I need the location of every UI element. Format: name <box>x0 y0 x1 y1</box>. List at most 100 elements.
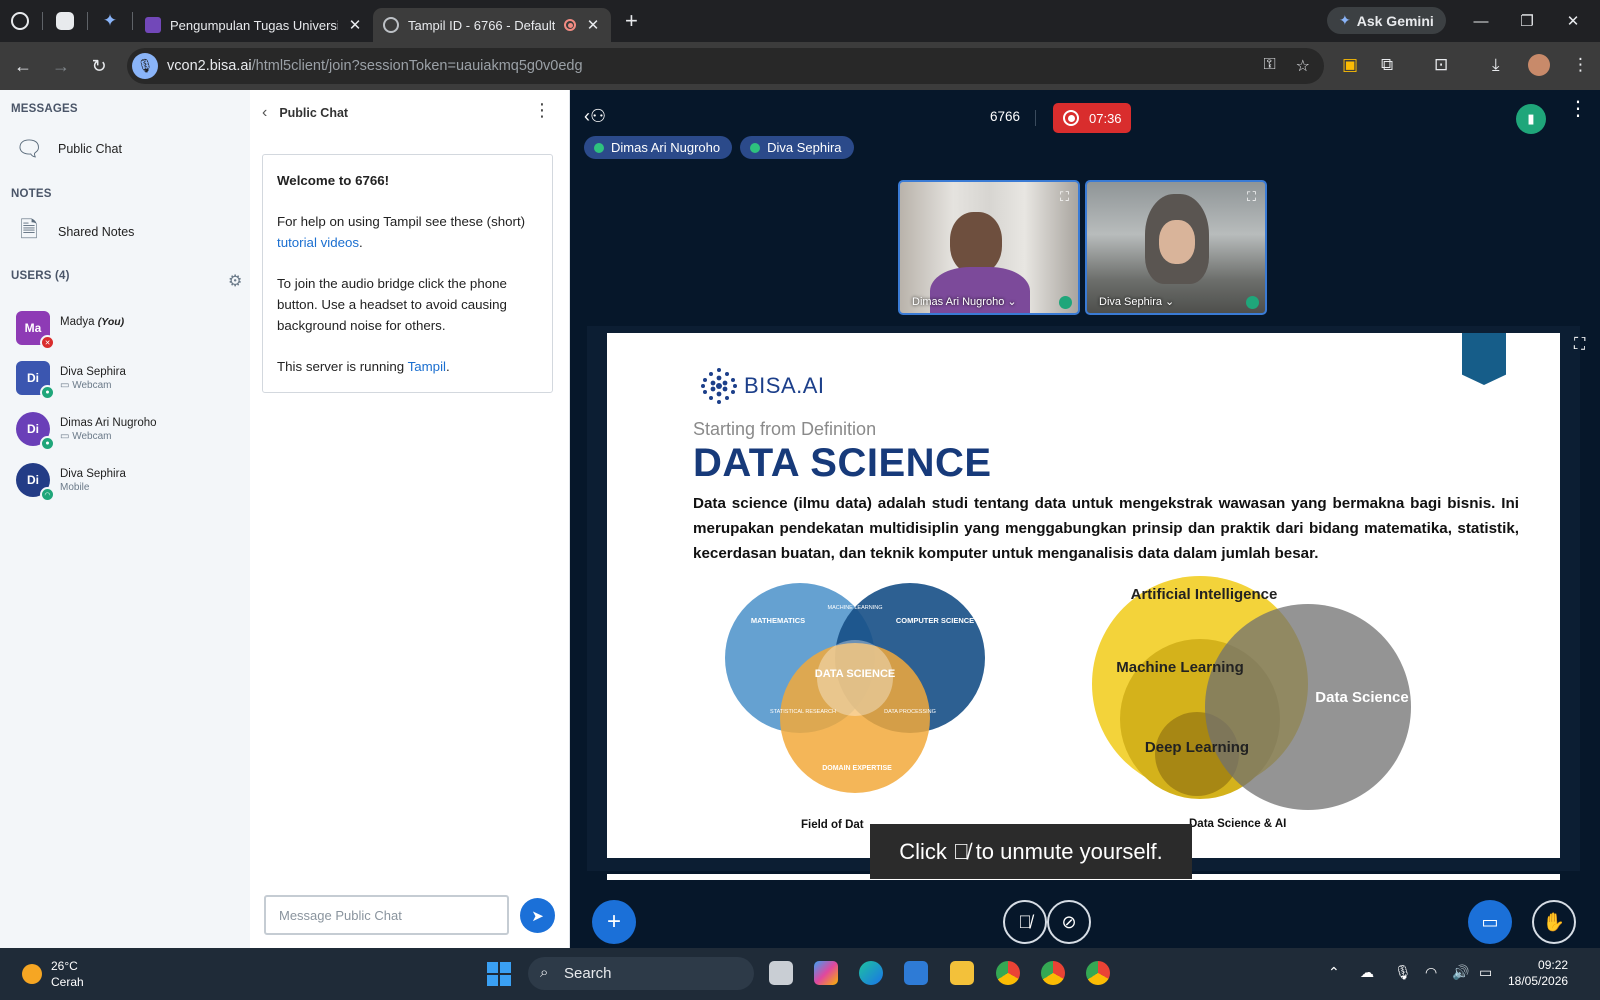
minimize-window-button[interactable]: — <box>1458 0 1504 42</box>
copilot-icon[interactable] <box>814 961 838 985</box>
tampil-link[interactable]: Tampil <box>408 359 446 374</box>
pinned-tab-whatsapp[interactable] <box>0 0 40 42</box>
bookmark-star-icon[interactable]: ☆ <box>1296 56 1310 76</box>
extension-icon[interactable]: ▣ <box>1342 55 1358 75</box>
file-explorer-icon[interactable] <box>950 961 974 985</box>
tab-title: Pengumpulan Tugas Universitas <box>170 17 338 33</box>
chatgpt-icon <box>56 12 74 30</box>
user-status: Mobile <box>60 482 90 493</box>
restore-window-button[interactable]: ❐ <box>1504 0 1550 42</box>
unmute-tooltip: Click 🎙̸ to unmute yourself. <box>870 824 1192 879</box>
video-person <box>950 212 1002 274</box>
ask-gemini-button[interactable]: ✦ Ask Gemini <box>1327 7 1446 34</box>
chrome-profile-icon[interactable] <box>1086 961 1110 985</box>
talker-dimas[interactable]: Dimas Ari Nugroho <box>584 136 733 159</box>
tab-pengumpulan-tugas[interactable]: Pengumpulan Tugas Universitas ✕ <box>135 8 373 42</box>
pinned-tab-chatgpt[interactable] <box>45 0 85 42</box>
ai-data-science-venn-diagram: Artificial Intelligence Machine Learning… <box>1092 576 1411 810</box>
browser-menu-icon[interactable]: ⋮ <box>1572 55 1589 75</box>
chevron-left-icon: ‹ <box>262 104 268 121</box>
search-tab-icon[interactable]: ⊡ <box>1434 55 1448 75</box>
forward-button[interactable]: → <box>42 47 80 85</box>
help-text: For help on using Tampil see these (shor… <box>277 214 526 250</box>
user-settings-gear-icon[interactable]: ⚙ <box>228 271 242 291</box>
user-item-diva-webcam[interactable]: Di ● Diva Sephira ▭ Webcam <box>16 361 126 400</box>
download-icon[interactable]: ⤓ <box>1492 55 1500 75</box>
onedrive-icon[interactable]: ☁ <box>1360 964 1374 981</box>
profile-avatar[interactable] <box>1528 54 1550 76</box>
ask-gemini-label: Ask Gemini <box>1356 12 1434 29</box>
actions-plus-button[interactable]: + <box>592 900 636 944</box>
wifi-icon[interactable]: ◠ <box>1425 964 1437 981</box>
venn-label-domain-expertise: DOMAIN EXPERTISE <box>822 765 892 772</box>
share-webcam-button[interactable]: ⊘ <box>1047 900 1091 944</box>
chat-message-input[interactable]: Message Public Chat <box>264 895 509 935</box>
pinned-tab-gemini[interactable]: ✦ <box>90 0 130 42</box>
new-tab-plus-icon[interactable]: + <box>625 8 638 34</box>
toggle-userlist-icon[interactable]: ‹⚇ <box>584 106 606 127</box>
extensions-puzzle-icon[interactable]: ⧉ <box>1381 55 1393 75</box>
chrome-icon[interactable] <box>996 961 1020 985</box>
microphone-in-use-icon[interactable]: 🎙 <box>132 53 158 79</box>
tutorial-videos-link[interactable]: tutorial videos <box>277 235 359 250</box>
logo-text: BISA.AI <box>744 373 825 398</box>
url-text: vcon2.bisa.ai/html5client/join?sessionTo… <box>167 58 583 74</box>
chat-back-button[interactable]: ‹ Public Chat <box>262 104 348 122</box>
header-separator <box>1035 110 1036 126</box>
sidebar-item-public-chat[interactable]: 🗨 Public Chat <box>15 136 122 162</box>
address-bar[interactable]: 🎙 vcon2.bisa.ai/html5client/join?session… <box>127 48 1324 84</box>
task-view-icon[interactable] <box>769 961 793 985</box>
globe-icon <box>383 17 399 33</box>
chat-bubble-icon: 🗨 <box>15 136 43 161</box>
presentation-toggle-button[interactable]: ▭ <box>1468 900 1512 944</box>
fullscreen-presentation-icon[interactable]: ⛶ <box>1574 336 1585 354</box>
close-window-button[interactable]: ✕ <box>1550 0 1596 42</box>
expand-video-icon[interactable]: ⛶ <box>1060 189 1069 205</box>
recording-timer-button[interactable]: 07:36 <box>1053 103 1131 133</box>
microphone-icon[interactable]: 🎙 <box>1394 964 1412 981</box>
venn-label-computer-science: COMPUTER SCIENCE <box>896 616 974 625</box>
talking-indicator: Dimas Ari Nugroho Diva Sephira <box>584 136 854 159</box>
battery-icon[interactable]: ▭ <box>1479 964 1492 981</box>
send-message-button[interactable]: ➤ <box>520 898 555 933</box>
volume-icon[interactable]: 🔊 <box>1452 964 1469 981</box>
slide-bookmark-ribbon <box>1462 333 1506 385</box>
avatar: Di ◠ <box>16 463 55 502</box>
venn1-caption: Field of Dat <box>801 819 864 831</box>
system-clock[interactable]: 09:22 18/05/2026 <box>1508 957 1568 989</box>
password-key-icon[interactable]: ⚿ <box>1263 56 1275 76</box>
chevron-up-icon[interactable]: ⌃ <box>1328 964 1340 981</box>
close-tab-icon[interactable]: ✕ <box>585 16 601 34</box>
meeting-options-icon[interactable]: ⋮ <box>1568 99 1588 119</box>
video-tile-dimas[interactable]: ⛶ Dimas Ari Nugroho ⌄ <box>898 180 1080 315</box>
sidebar-item-label: Shared Notes <box>58 225 135 239</box>
taskbar-search[interactable]: ⌕ Search <box>528 957 754 990</box>
venn-label-ml: Machine Learning <box>1116 659 1244 676</box>
expand-video-icon[interactable]: ⛶ <box>1247 189 1256 205</box>
headset-badge-icon: ◠ <box>40 487 55 502</box>
user-item-dimas[interactable]: Di ● Dimas Ari Nugroho ▭ Webcam <box>16 412 157 451</box>
connection-status-icon[interactable]: ▮ <box>1516 104 1546 134</box>
windows-start-icon[interactable] <box>487 962 511 986</box>
close-tab-icon[interactable]: ✕ <box>347 16 363 34</box>
edge-icon[interactable] <box>859 961 883 985</box>
unmute-button[interactable]: 🎙̸ <box>1003 900 1047 944</box>
raise-hand-button[interactable]: ✋ <box>1532 900 1576 944</box>
user-item-madya[interactable]: Ma ✕ Madya (You) <box>16 311 124 350</box>
browser-tab-bar: ✦ Pengumpulan Tugas Universitas ✕ Tampil… <box>0 0 1600 42</box>
reload-button[interactable]: ↻ <box>80 47 118 85</box>
chrome-profile-icon[interactable] <box>1041 961 1065 985</box>
microsoft-store-icon[interactable] <box>904 961 928 985</box>
talker-diva[interactable]: Diva Sephira <box>740 136 854 159</box>
chat-options-icon[interactable]: ⋮ <box>533 101 551 119</box>
back-button[interactable]: ← <box>4 47 42 85</box>
data-science-venn-diagram: MATHEMATICS MACHINE LEARNING COMPUTER SC… <box>725 583 985 793</box>
tab-tampil[interactable]: Tampil ID - 6766 - Default p ✕ <box>373 8 611 42</box>
user-item-diva-mobile[interactable]: Di ◠ Diva Sephira Mobile <box>16 463 126 502</box>
sidebar-item-shared-notes[interactable]: 🗎 Shared Notes <box>16 217 135 245</box>
video-tile-diva[interactable]: ⛶ Diva Sephira ⌄ <box>1085 180 1267 315</box>
browser-toolbar: ← → ↻ 🎙 vcon2.bisa.ai/html5client/join?s… <box>0 42 1600 90</box>
weather-widget[interactable]: 26°C Cerah <box>22 958 84 990</box>
sun-weather-icon <box>22 964 42 984</box>
search-label: Search <box>564 965 612 982</box>
